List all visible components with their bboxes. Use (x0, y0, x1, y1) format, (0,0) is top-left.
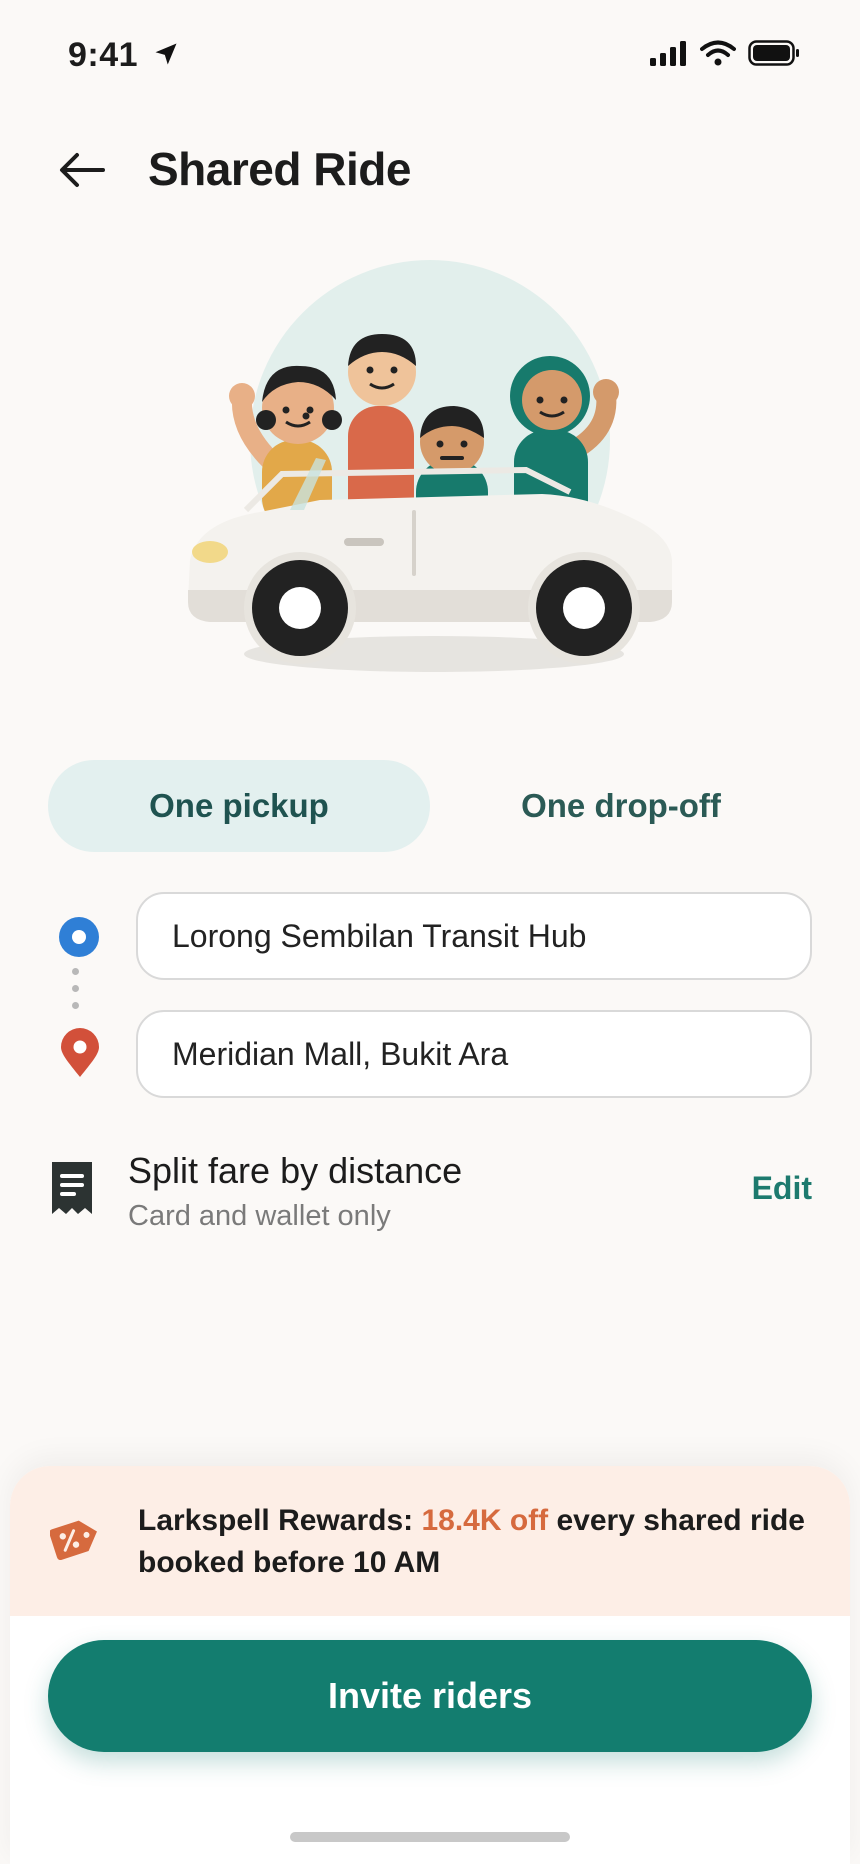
shared-ride-illustration (170, 260, 690, 680)
dropoff-pin-icon (60, 1028, 100, 1083)
rewards-discount: 18.4K off (421, 1504, 549, 1537)
location-arrow-icon (152, 40, 180, 73)
fare-split-subtitle: Card and wallet only (128, 1200, 391, 1232)
dropoff-input[interactable]: Meridian Mall, Bukit Ara (136, 1010, 812, 1098)
tab-one-pickup[interactable]: One pickup (48, 760, 430, 852)
wifi-icon (700, 40, 736, 71)
header: Shared Ride (0, 130, 860, 210)
back-button[interactable] (52, 140, 112, 200)
fare-split-row: Split fare by distance Card and wallet o… (48, 1140, 812, 1240)
discount-tag-icon (49, 1512, 104, 1569)
bottom-sheet: Larkspell Rewards: 18.4K off every share… (10, 1466, 850, 1864)
edit-fare-link[interactable]: Edit (752, 1170, 812, 1207)
invite-riders-button[interactable]: Invite riders (48, 1640, 812, 1752)
page-title: Shared Ride (148, 143, 411, 195)
rewards-text: Larkspell Rewards: 18.4K off every share… (138, 1500, 818, 1584)
pickup-input[interactable]: Lorong Sembilan Transit Hub (136, 892, 812, 980)
rewards-banner: Larkspell Rewards: 18.4K off every share… (10, 1466, 850, 1616)
receipt-icon (50, 1160, 94, 1221)
fare-split-title: Split fare by distance (128, 1150, 463, 1191)
status-icons (650, 40, 800, 71)
status-time: 9:41 (68, 36, 139, 74)
pickup-dot-icon (58, 916, 100, 963)
home-indicator (290, 1832, 570, 1842)
route-connector (72, 968, 79, 1009)
arrow-left-icon (60, 153, 105, 187)
signal-icon (650, 40, 688, 71)
status-bar: 9:41 (0, 0, 860, 110)
rewards-prefix: Larkspell Rewards: (138, 1504, 422, 1537)
route-inputs: Lorong Sembilan Transit Hub Meridian Mal… (48, 892, 812, 1098)
trip-mode-toggle: One pickup One drop-off (48, 760, 812, 852)
battery-icon (748, 40, 800, 71)
tab-one-dropoff[interactable]: One drop-off (430, 760, 812, 852)
